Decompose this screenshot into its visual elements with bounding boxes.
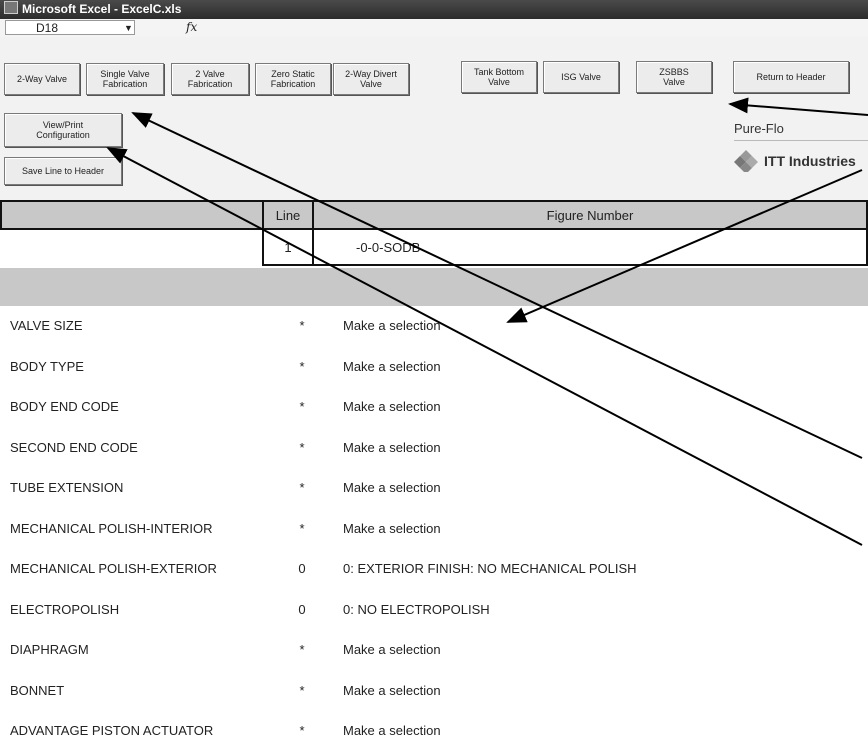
two-way-valve-button[interactable]: 2-Way Valve [4,63,80,95]
option-code[interactable]: * [296,399,308,414]
option-label: VALVE SIZE [10,318,83,333]
option-row: TUBE EXTENSION * Make a selection [0,468,868,508]
itt-industries-text: ITT Industries [764,153,856,169]
option-selection[interactable]: Make a selection [343,318,441,333]
option-label: BODY END CODE [10,399,119,414]
two-way-divert-valve-button[interactable]: 2-Way Divert Valve [333,63,409,95]
zero-static-fabrication-button[interactable]: Zero Static Fabrication [255,63,331,95]
option-row: BODY TYPE * Make a selection [0,347,868,387]
option-label: SECOND END CODE [10,439,138,455]
option-selection[interactable]: Make a selection [343,359,441,374]
option-label: BONNET [10,682,65,698]
line-number-cell[interactable]: 1 [262,230,314,266]
option-label: BODY TYPE [10,358,84,374]
title-bar: Microsoft Excel - ExcelC.xls [0,0,868,19]
option-row: MECHANICAL POLISH-EXTERIOR 0 0: EXTERIOR F… [0,549,868,589]
tank-bottom-valve-button[interactable]: Tank Bottom Valve [461,61,537,93]
option-selection[interactable]: 0: EXTERIOR FINISH: NO MECHANICAL POLISH [343,561,637,576]
zsbbs-valve-button[interactable]: ZSBBS Valve [636,61,712,93]
option-row: BONNET * Make a selection [0,671,868,711]
option-selection[interactable]: Make a selection [343,399,441,414]
excel-app-icon [4,1,18,14]
option-code[interactable]: * [296,318,308,333]
option-selection[interactable]: Make a selection [343,683,441,698]
option-row: DIAPHRAGM * Make a selection [0,630,868,670]
option-label: MECHANICAL POLISH-EXTERIOR [10,561,217,576]
isg-valve-button[interactable]: ISG Valve [543,61,619,93]
cell-reference: D18 [36,21,59,35]
option-row: ELECTROPOLISH 0 0: NO ELECTROPOLISH [0,590,868,630]
figure-number-column-header: Figure Number [312,200,868,230]
option-code[interactable]: * [296,683,308,698]
name-box[interactable]: D18 ▼ [5,20,135,35]
line-column-header: Line [262,200,314,230]
logo-divider [734,140,868,141]
chevron-down-icon[interactable]: ▼ [124,21,133,36]
formula-bar: D18 ▼ fx [0,19,868,38]
option-label: ELECTROPOLISH [10,601,120,617]
option-label: TUBE EXTENSION [10,480,124,495]
option-code[interactable]: * [296,480,308,495]
function-icon[interactable]: fx [186,20,197,34]
option-code[interactable]: 0 [296,602,308,617]
section-band [0,268,868,306]
header-blank-cell [0,200,264,230]
option-code[interactable]: * [296,642,308,657]
option-row: VALVE SIZE * Make a selection [0,306,868,346]
option-code[interactable]: * [296,521,308,536]
option-row: MECHANICAL POLISH-INTERIOR * Make a select… [0,509,868,549]
option-selection[interactable]: Make a selection [343,642,441,657]
pure-flo-logo: Pure-Flo [734,121,784,136]
option-row: ADVANTAGE PISTON ACTUATOR * Make a selecti… [0,711,868,751]
itt-industries-logo: ITT Industries [734,150,856,172]
view-print-configuration-button[interactable]: View/Print Configuration [4,113,122,147]
option-selection[interactable]: Make a selection [343,440,441,455]
single-valve-fabrication-button[interactable]: Single Valve Fabrication [86,63,164,95]
option-code[interactable]: * [296,440,308,455]
option-code[interactable]: 0 [296,561,308,576]
option-selection[interactable]: 0: NO ELECTROPOLISH [343,602,490,617]
itt-diamond-icon [734,150,758,172]
return-to-header-button[interactable]: Return to Header [733,61,849,93]
option-row: SECOND END CODE * Make a selection [0,428,868,468]
button-panel: 2-Way Valve Single Valve Fabrication 2 V… [0,37,868,200]
window-title: Microsoft Excel - ExcelC.xls [22,2,182,16]
option-selection[interactable]: Make a selection [343,521,441,536]
figure-number-cell[interactable]: -0-0-SODB [312,230,868,266]
option-selection[interactable]: Make a selection [343,480,441,495]
option-code[interactable]: * [296,359,308,374]
option-label: DIAPHRAGM [10,642,89,657]
two-valve-fabrication-button[interactable]: 2 Valve Fabrication [171,63,249,95]
option-label: MECHANICAL POLISH-INTERIOR [10,520,213,536]
save-line-to-header-button[interactable]: Save Line to Header [4,157,122,185]
option-row: BODY END CODE * Make a selection [0,387,868,427]
